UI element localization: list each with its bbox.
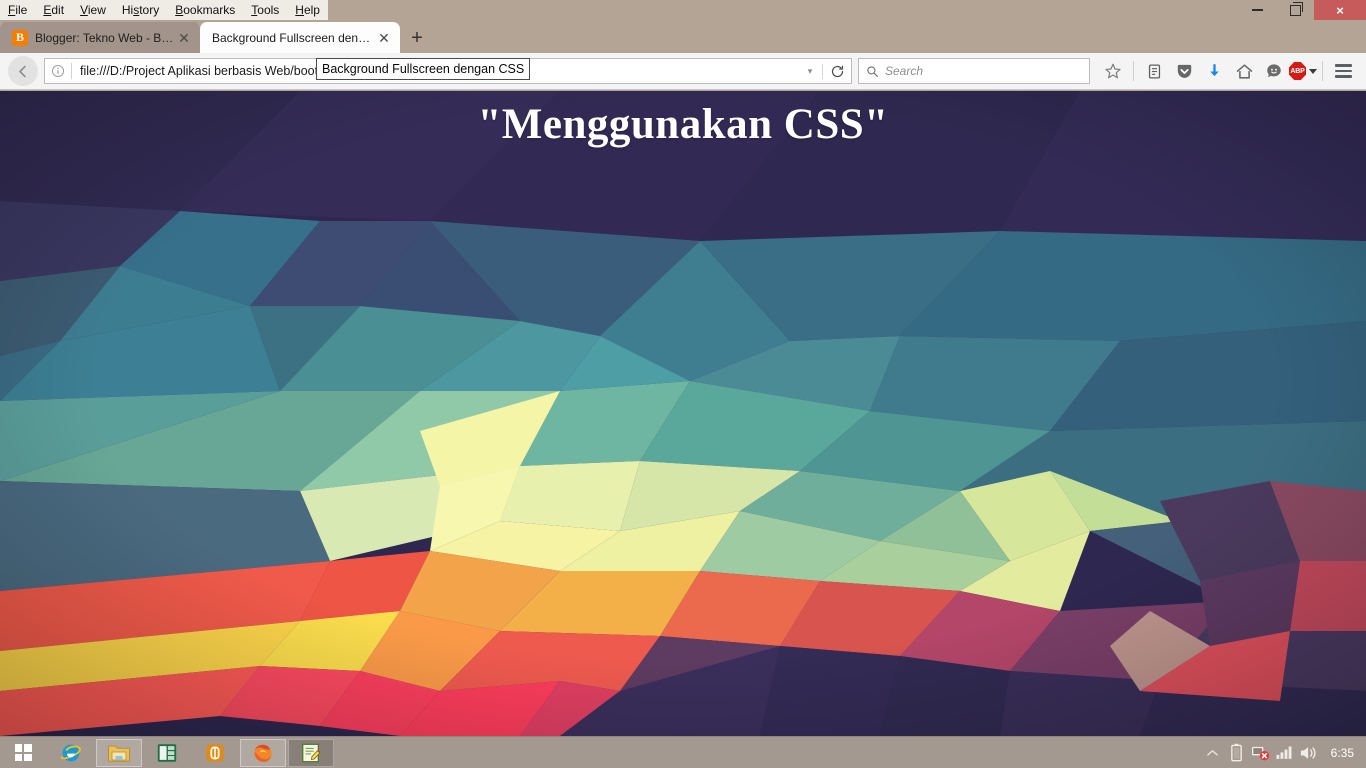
- system-tray: 6:35: [1201, 737, 1366, 768]
- taskbar-item-notepad-plus-plus[interactable]: [288, 738, 334, 767]
- blogger-favicon-icon: B: [12, 29, 28, 46]
- adblock-plus-button[interactable]: ABP: [1289, 56, 1317, 86]
- back-button[interactable]: [8, 56, 38, 86]
- toolbar-divider: [1133, 61, 1134, 81]
- page-viewport: "Menggunakan CSS": [0, 91, 1366, 736]
- toolbar-divider: [1322, 61, 1323, 81]
- low-poly-background: [0, 91, 1366, 736]
- network-button[interactable]: [1249, 737, 1273, 768]
- taskbar-item-excel[interactable]: [144, 739, 190, 767]
- reading-list-icon: [1148, 63, 1160, 79]
- menu-item-help[interactable]: Help: [287, 0, 328, 20]
- file-explorer-icon: [108, 745, 130, 762]
- tray-expand-button[interactable]: [1201, 737, 1225, 768]
- taskbar-item-file-explorer[interactable]: [96, 738, 142, 767]
- bookmark-star-button[interactable]: [1098, 56, 1128, 86]
- page-title: "Menggunakan CSS": [477, 101, 889, 148]
- menu-item-history[interactable]: History: [114, 0, 167, 20]
- signal-bars-icon: [1276, 746, 1292, 759]
- notepad-plus-plus-icon: [302, 743, 321, 762]
- pocket-button[interactable]: [1169, 56, 1199, 86]
- close-button[interactable]: ×: [1314, 0, 1366, 20]
- search-icon: [859, 65, 885, 78]
- home-button[interactable]: [1229, 56, 1259, 86]
- sync-smiley-button[interactable]: [1259, 56, 1289, 86]
- tab-tooltip: Background Fullscreen dengan CSS: [316, 58, 531, 80]
- adblock-badge-icon: ABP: [1289, 62, 1306, 80]
- downloads-button[interactable]: [1199, 56, 1229, 86]
- tab-blogger[interactable]: B Blogger: Tekno Web - Bua... ✕: [0, 22, 200, 53]
- window-controls: ×: [1238, 0, 1366, 20]
- menu-item-view[interactable]: View: [72, 0, 114, 20]
- new-tab-button[interactable]: +: [400, 22, 434, 53]
- star-icon: [1105, 63, 1121, 79]
- tab-background-fullscreen[interactable]: Background Fullscreen denga... ✕: [200, 22, 400, 53]
- taskbar: 6:35: [0, 736, 1366, 768]
- tab-title: Background Fullscreen denga...: [212, 30, 374, 45]
- reload-button[interactable]: [822, 63, 851, 79]
- restore-icon: [1289, 1, 1303, 16]
- battery-button[interactable]: [1225, 737, 1249, 768]
- windows-logo-icon: [14, 744, 32, 761]
- menu-bar-items: File Edit View History Bookmarks Tools H…: [0, 0, 328, 20]
- reading-list-button[interactable]: [1139, 56, 1169, 86]
- navigation-toolbar: file:///D:/Project Aplikasi berbasis Web…: [0, 53, 1366, 90]
- taskbar-item-orange-app[interactable]: [192, 739, 238, 767]
- chevron-up-icon: [1207, 749, 1218, 756]
- taskbar-item-internet-explorer[interactable]: [48, 739, 94, 767]
- info-icon: [51, 64, 65, 78]
- adblock-dropdown-icon[interactable]: [1309, 68, 1317, 74]
- identity-button[interactable]: [45, 64, 71, 78]
- maximize-button[interactable]: [1276, 0, 1314, 20]
- smiley-icon: [1267, 64, 1281, 78]
- volume-button[interactable]: [1297, 737, 1321, 768]
- signal-bars-button[interactable]: [1273, 737, 1297, 768]
- orange-app-icon: [206, 743, 224, 762]
- taskbar-item-firefox[interactable]: [240, 738, 286, 767]
- network-error-icon: [1252, 746, 1270, 761]
- tab-title: Blogger: Tekno Web - Bua...: [35, 30, 174, 45]
- volume-icon: [1301, 746, 1316, 759]
- start-button[interactable]: [0, 737, 46, 768]
- menu-item-edit[interactable]: Edit: [35, 0, 72, 20]
- hamburger-menu-icon: [1334, 61, 1352, 82]
- clock[interactable]: 6:35: [1321, 746, 1356, 760]
- menu-item-tools[interactable]: Tools: [243, 0, 287, 20]
- internet-explorer-icon: [60, 744, 81, 761]
- close-icon: ×: [1336, 2, 1344, 18]
- title-bar-drag-area: [327, 0, 1366, 20]
- minimize-button[interactable]: [1238, 0, 1276, 20]
- browser-window: File Edit View History Bookmarks Tools H…: [0, 0, 1366, 768]
- search-bar[interactable]: Search: [858, 58, 1090, 84]
- app-menu-button[interactable]: [1328, 56, 1358, 86]
- tab-close-icon[interactable]: ✕: [174, 28, 194, 48]
- menu-bar: File Edit View History Bookmarks Tools H…: [0, 0, 1366, 20]
- battery-icon: [1231, 743, 1242, 762]
- home-icon: [1236, 63, 1252, 79]
- excel-icon: [157, 743, 177, 762]
- url-dropdown-icon[interactable]: ▾: [798, 66, 822, 77]
- tab-strip: B Blogger: Tekno Web - Bua... ✕ Backgrou…: [0, 20, 1366, 53]
- pocket-icon: [1177, 64, 1191, 78]
- url-prefix: file:///D:/Project Aplikasi berbasis Web…: [80, 64, 328, 78]
- firefox-icon: [254, 744, 272, 762]
- minimize-icon: [1251, 9, 1263, 11]
- download-arrow-icon: [1209, 63, 1219, 76]
- search-input[interactable]: Search: [885, 64, 1089, 78]
- tab-close-icon[interactable]: ✕: [374, 28, 394, 48]
- back-arrow-icon: [18, 65, 26, 77]
- menu-item-bookmarks[interactable]: Bookmarks: [167, 0, 243, 20]
- reload-icon: [831, 65, 843, 77]
- menu-item-file[interactable]: File: [0, 0, 35, 20]
